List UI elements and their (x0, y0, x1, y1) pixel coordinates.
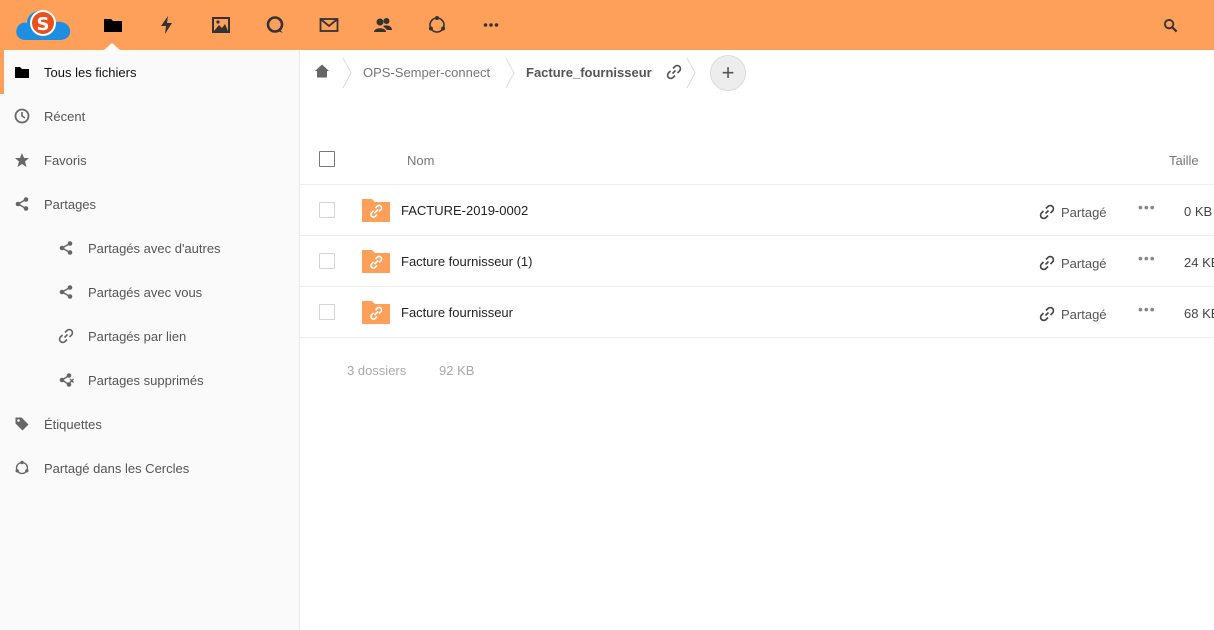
sidebar-item-label: Partagé dans les Cercles (44, 461, 190, 476)
breadcrumb-separator (686, 58, 696, 88)
shared-folder-icon[interactable] (361, 248, 391, 274)
more-apps-icon[interactable] (464, 0, 518, 50)
top-header: S (0, 0, 1214, 50)
clock-icon (14, 108, 30, 124)
file-size: 24 KB (1184, 255, 1214, 270)
select-all-checkbox[interactable] (319, 151, 335, 167)
sidebar-item-shared-by-link[interactable]: Partagés par lien (0, 314, 299, 358)
table-row[interactable]: Facture fournisseur (1) Partagé ••• 24 K… (300, 236, 1214, 287)
sidebar: Tous les fichiers Récent Favoris Partage… (0, 50, 300, 630)
star-icon (14, 152, 30, 168)
shared-folder-icon[interactable] (361, 299, 391, 325)
share-icon (14, 196, 30, 212)
sidebar-item-label: Partages (44, 197, 97, 212)
sidebar-item-shared-with-others[interactable]: Partagés avec d'autres (0, 226, 299, 270)
row-checkbox[interactable] (319, 253, 335, 269)
sidebar-item-shares[interactable]: Partages (0, 182, 299, 226)
link-icon (58, 328, 74, 344)
share-icon (58, 240, 74, 256)
column-name-header[interactable]: Nom (407, 153, 434, 168)
file-list-summary: 3 dossiers 92 KB (300, 362, 1214, 382)
table-row[interactable]: FACTURE-2019-0002 Partagé ••• 0 KB (300, 185, 1214, 236)
column-size-header[interactable]: Taille (1169, 153, 1199, 168)
folder-icon (14, 64, 30, 80)
more-actions-button[interactable]: ••• (1138, 301, 1156, 321)
image-icon[interactable] (194, 0, 248, 50)
row-checkbox[interactable] (319, 202, 335, 218)
breadcrumb-separator (342, 58, 352, 88)
file-size: 68 KB (1184, 306, 1214, 321)
file-name[interactable]: FACTURE-2019-0002 (401, 203, 528, 218)
sidebar-item-label: Favoris (44, 153, 87, 168)
sidebar-item-recent[interactable]: Récent (0, 94, 299, 138)
file-list-header: Nom Taille (300, 134, 1214, 185)
contacts-icon[interactable] (356, 0, 410, 50)
breadcrumb-separator (505, 58, 515, 88)
circles-icon[interactable] (410, 0, 464, 50)
tag-icon (14, 416, 30, 432)
sidebar-item-label: Partagés avec vous (88, 285, 203, 300)
share-status-label[interactable]: Partagé (1061, 256, 1107, 271)
link-icon[interactable] (1039, 306, 1055, 322)
home-icon[interactable] (314, 63, 330, 79)
sidebar-item-label: Récent (44, 109, 86, 124)
total-size: 92 KB (439, 363, 475, 378)
svg-text:S: S (37, 14, 50, 35)
sidebar-item-deleted-shares[interactable]: Partages supprimés (0, 358, 299, 402)
sidebar-item-label: Étiquettes (44, 417, 102, 432)
circles-icon (14, 460, 30, 476)
sidebar-item-label: Partagés avec d'autres (88, 241, 221, 256)
sidebar-item-circles[interactable]: Partagé dans les Cercles (0, 446, 299, 490)
link-icon[interactable] (1039, 255, 1055, 271)
file-name[interactable]: Facture fournisseur (401, 305, 513, 320)
active-app-caret (104, 43, 120, 50)
sidebar-item-all-files[interactable]: Tous les fichiers (0, 50, 299, 94)
bolt-icon[interactable] (140, 0, 194, 50)
mail-icon[interactable] (302, 0, 356, 50)
share-status-label[interactable]: Partagé (1061, 307, 1107, 322)
share-status-label[interactable]: Partagé (1061, 205, 1107, 220)
breadcrumb-current[interactable]: Facture_fournisseur (526, 65, 652, 80)
breadcrumb: OPS-Semper-connect Facture_fournisseur + (300, 50, 1214, 96)
table-row[interactable]: Facture fournisseur Partagé ••• 68 KB (300, 287, 1214, 338)
more-actions-button[interactable]: ••• (1138, 250, 1156, 270)
file-name[interactable]: Facture fournisseur (1) (401, 254, 533, 269)
link-icon[interactable] (666, 64, 682, 80)
more-actions-button[interactable]: ••• (1138, 199, 1156, 219)
app-logo[interactable]: S (14, 3, 72, 43)
file-size: 0 KB (1184, 204, 1213, 219)
shared-folder-icon[interactable] (361, 197, 391, 223)
breadcrumb-item[interactable]: OPS-Semper-connect (363, 65, 490, 80)
search-icon[interactable] (1152, 0, 1188, 50)
sidebar-item-label: Partagés par lien (88, 329, 187, 344)
sidebar-item-label: Partages supprimés (88, 373, 204, 388)
add-new-button[interactable]: + (710, 55, 746, 91)
share-deleted-icon (58, 372, 74, 388)
row-checkbox[interactable] (319, 304, 335, 320)
sidebar-item-tags[interactable]: Étiquettes (0, 402, 299, 446)
link-icon[interactable] (1039, 204, 1055, 220)
sidebar-item-shared-with-you[interactable]: Partagés avec vous (0, 270, 299, 314)
sidebar-item-label: Tous les fichiers (44, 65, 137, 80)
folder-count: 3 dossiers (347, 363, 407, 378)
share-icon (58, 284, 74, 300)
chat-icon[interactable] (248, 0, 302, 50)
sidebar-item-favorites[interactable]: Favoris (0, 138, 299, 182)
